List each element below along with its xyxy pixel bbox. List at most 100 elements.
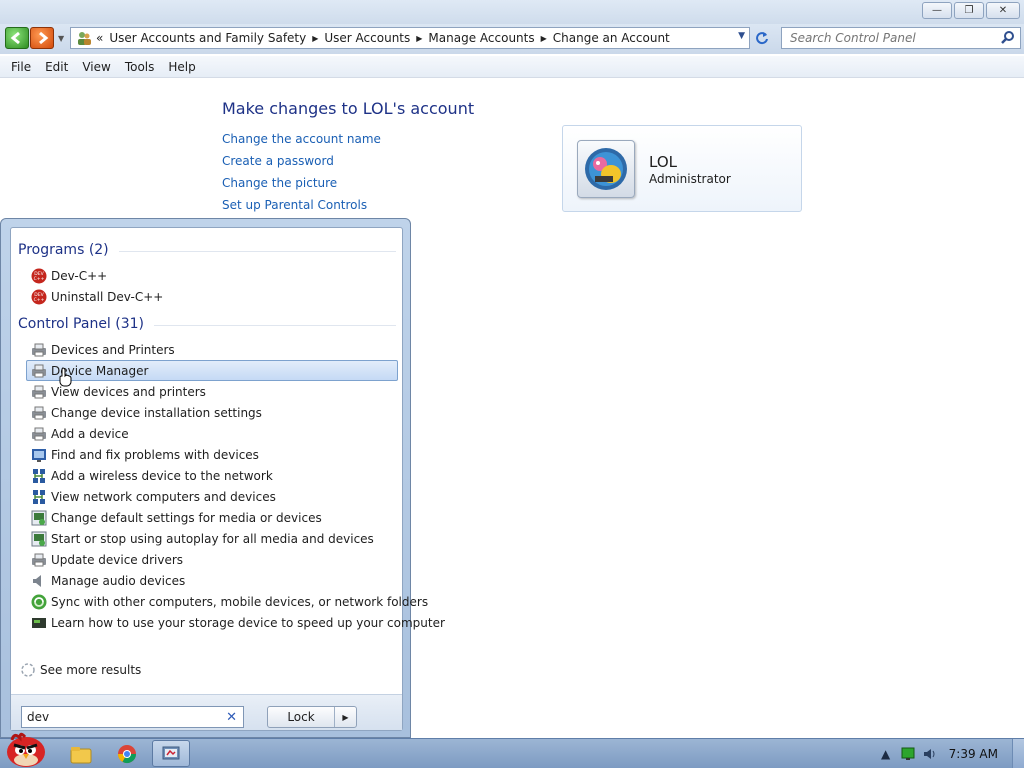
taskbar: ▲ 7:39 AM	[0, 738, 1024, 768]
maximize-button[interactable]: ❐	[954, 2, 984, 19]
back-button[interactable]	[5, 27, 29, 49]
account-role: Administrator	[649, 172, 731, 186]
breadcrumb-separator-icon[interactable]: ▶	[310, 34, 320, 43]
devcpp-icon: DEV C++	[31, 289, 47, 305]
program-item-uninstall-dev-cpp[interactable]: DEV C++ Uninstall Dev-C++	[26, 286, 398, 307]
program-item-dev-cpp[interactable]: DEV C++ Dev-C++	[26, 265, 398, 286]
system-clock[interactable]: 7:39 AM	[941, 747, 1012, 761]
cp-item-view-devices-printers[interactable]: View devices and printers	[26, 381, 398, 402]
search-control-panel-box	[781, 27, 1021, 49]
storage-icon	[31, 615, 47, 631]
see-more-label: See more results	[40, 663, 142, 677]
cp-item-add-device[interactable]: Add a device	[26, 423, 398, 444]
cp-item-label: Manage audio devices	[51, 573, 186, 588]
hand-cursor-icon	[59, 367, 72, 387]
printer-icon	[31, 363, 47, 379]
cp-item-sync-center[interactable]: Sync with other computers, mobile device…	[26, 591, 428, 612]
cp-item-device-installation-settings[interactable]: Change device installation settings	[26, 402, 398, 423]
start-search-input[interactable]	[22, 707, 217, 727]
minimize-button[interactable]: —	[922, 2, 952, 19]
cp-item-label: Devices and Printers	[51, 342, 175, 357]
cp-item-label: Update device drivers	[51, 552, 184, 567]
programs-header[interactable]: Programs (2)	[18, 242, 396, 258]
taskbar-control-panel[interactable]	[152, 740, 190, 767]
page-title: Make changes to LOL's account	[222, 99, 475, 118]
breadcrumb-user-accounts[interactable]: User Accounts	[320, 31, 414, 45]
lock-button[interactable]: Lock ▶	[267, 706, 357, 728]
show-desktop-button[interactable]	[1012, 739, 1024, 768]
cp-item-update-drivers[interactable]: Update device drivers	[26, 549, 398, 570]
show-hidden-icons[interactable]: ▲	[875, 743, 897, 765]
cp-item-find-fix-problems[interactable]: Find and fix problems with devices	[26, 444, 398, 465]
change-picture-link[interactable]: Change the picture	[222, 176, 337, 190]
cp-item-view-network-computers[interactable]: View network computers and devices	[26, 486, 398, 507]
forward-arrow-icon	[39, 31, 49, 45]
breadcrumb-manage-accounts[interactable]: Manage Accounts	[424, 31, 538, 45]
cp-item-label: View devices and printers	[51, 384, 206, 399]
cp-item-device-manager[interactable]: Device Manager	[26, 360, 398, 381]
cp-item-label: Sync with other computers, mobile device…	[51, 594, 429, 609]
start-menu: Programs (2) DEV C++ Dev-C++ DEV C++ Unins…	[0, 218, 445, 738]
start-button-angry-bird-icon[interactable]	[0, 728, 52, 768]
cp-item-manage-audio[interactable]: Manage audio devices	[26, 570, 398, 591]
control-panel-icon	[162, 746, 180, 759]
refresh-button[interactable]	[752, 28, 772, 48]
sync-icon	[31, 594, 47, 610]
breadcrumb-change-an-account[interactable]: Change an Account	[549, 31, 674, 45]
search-input[interactable]	[782, 28, 992, 48]
forward-button[interactable]	[30, 27, 54, 49]
control-panel-header[interactable]: Control Panel (31)	[18, 316, 396, 332]
menu-help[interactable]: Help	[161, 60, 202, 74]
cp-item-default-media-settings[interactable]: Change default settings for media or dev…	[26, 507, 398, 528]
start-menu-results: Programs (2) DEV C++ Dev-C++ DEV C++ Unins…	[10, 227, 445, 731]
menu-bar: File Edit View Tools Help	[0, 56, 1024, 78]
breadcrumb-overflow[interactable]: «	[94, 31, 105, 45]
cp-item-label: Change default settings for media or dev…	[51, 510, 322, 525]
network-status-icon[interactable]	[897, 743, 919, 765]
user-picture-icon	[577, 140, 635, 198]
breadcrumb-separator-icon[interactable]: ▶	[539, 34, 549, 43]
autoplay-icon	[31, 531, 47, 547]
network-icon	[31, 468, 47, 484]
system-tray: ▲ 7:39 AM	[875, 739, 1024, 768]
change-account-name-link[interactable]: Change the account name	[222, 132, 381, 146]
address-history-dropdown[interactable]: ▼	[738, 31, 745, 41]
volume-icon[interactable]	[919, 743, 941, 765]
cp-item-label: View network computers and devices	[51, 489, 276, 504]
window-titlebar: — ❐ ✕	[0, 0, 1024, 24]
search-icon[interactable]	[1000, 30, 1016, 46]
printer-icon	[31, 552, 47, 568]
breadcrumb-user-accounts-family-safety[interactable]: User Accounts and Family Safety	[105, 31, 310, 45]
address-bar[interactable]: « User Accounts and Family Safety ▶ User…	[70, 27, 750, 49]
programs-header-label: Programs (2)	[18, 242, 109, 258]
menu-edit[interactable]: Edit	[38, 60, 75, 74]
printer-icon	[31, 405, 47, 421]
see-more-results-link[interactable]: See more results	[16, 662, 141, 678]
navigation-bar: ▼ « User Accounts and Family Safety ▶ Us…	[0, 24, 1024, 54]
close-button[interactable]: ✕	[986, 2, 1020, 19]
taskbar-chrome[interactable]	[108, 740, 146, 767]
recent-pages-dropdown[interactable]: ▼	[58, 34, 64, 43]
speaker-icon	[31, 573, 47, 589]
printer-icon	[31, 426, 47, 442]
cp-item-add-wireless-device[interactable]: Add a wireless device to the network	[26, 465, 398, 486]
breadcrumb-separator-icon[interactable]: ▶	[414, 34, 424, 43]
menu-view[interactable]: View	[75, 60, 117, 74]
cp-item-devices-and-printers[interactable]: Devices and Printers	[26, 339, 398, 360]
cp-item-label: Find and fix problems with devices	[51, 447, 259, 462]
menu-file[interactable]: File	[4, 60, 38, 74]
parental-controls-link[interactable]: Set up Parental Controls	[222, 198, 367, 212]
account-name: LOL	[649, 153, 677, 171]
cp-item-storage-speed[interactable]: Learn how to use your storage device to …	[26, 612, 445, 633]
create-password-link[interactable]: Create a password	[222, 154, 334, 168]
taskbar-explorer[interactable]	[62, 740, 100, 767]
svg-text:C++: C++	[34, 297, 45, 303]
clear-search-icon[interactable]: ✕	[226, 710, 237, 725]
shutdown-options-arrow-icon[interactable]: ▶	[334, 707, 356, 727]
cp-item-autoplay-settings[interactable]: Start or stop using autoplay for all med…	[26, 528, 398, 549]
troubleshoot-icon	[31, 447, 47, 463]
cp-item-label: Add a wireless device to the network	[51, 468, 273, 483]
user-accounts-icon	[74, 28, 94, 48]
menu-tools[interactable]: Tools	[118, 60, 162, 74]
network-icon	[31, 489, 47, 505]
